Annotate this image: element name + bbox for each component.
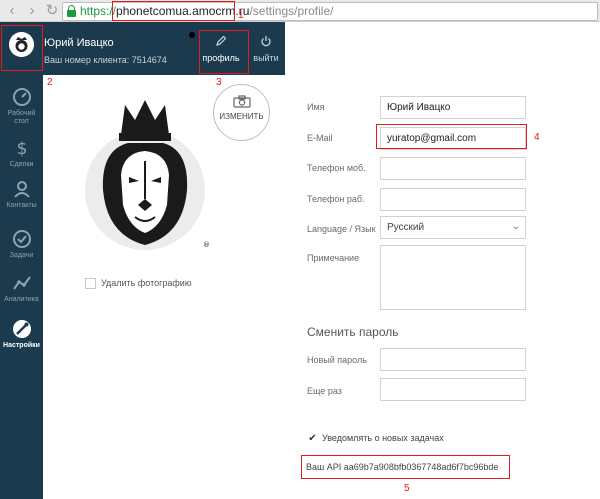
sidebar-item-settings[interactable]: Настройки xyxy=(0,318,43,350)
profile-photo: ® xyxy=(83,95,213,255)
lock-icon xyxy=(67,5,76,17)
lion-photo-icon: ® xyxy=(85,100,210,250)
highlight-box-email xyxy=(376,124,527,149)
tasks-icon xyxy=(12,230,31,248)
delete-photo-checkbox[interactable] xyxy=(85,278,96,290)
highlight-box-url xyxy=(112,1,235,21)
annotation-4: 4 xyxy=(534,132,540,143)
annotation-3: 3 xyxy=(216,77,222,88)
user-name: Юрий Ивацко xyxy=(44,37,114,49)
repeat-password-field[interactable] xyxy=(380,378,526,401)
work-phone-label: Телефон раб. xyxy=(307,194,365,204)
language-select[interactable]: Русский ⌄ xyxy=(380,216,526,239)
note-label: Примечание xyxy=(307,253,360,263)
delete-photo-option[interactable]: Удалить фотографию xyxy=(85,278,192,290)
svg-text:®: ® xyxy=(203,241,210,249)
settings-icon xyxy=(12,320,31,338)
client-number-line: Ваш номер клиента: 7514674 xyxy=(44,55,167,65)
logout-button[interactable]: выйти xyxy=(249,27,283,73)
svg-text:$: $ xyxy=(16,139,27,159)
check-icon[interactable]: ✔ xyxy=(307,433,318,444)
name-label: Имя xyxy=(307,102,325,112)
note-field[interactable] xyxy=(380,245,526,310)
sidebar-item-dashboard[interactable]: Рабочий стол xyxy=(0,86,43,126)
back-arrow-icon[interactable]: ‹ xyxy=(4,3,20,19)
analytics-icon xyxy=(12,276,31,290)
browser-toolbar: ‹ › ↻ https://phonetcomua.amocrm.ru/sett… xyxy=(0,0,600,22)
change-password-title: Сменить пароль xyxy=(307,325,399,339)
annotation-5: 5 xyxy=(404,483,410,494)
sidebar-item-analytics[interactable]: Аналитика xyxy=(0,272,43,304)
work-phone-field[interactable] xyxy=(380,188,526,211)
sidebar-item-contacts[interactable]: Контакты xyxy=(0,178,43,210)
mobile-phone-field[interactable] xyxy=(380,157,526,180)
forward-arrow-icon[interactable]: › xyxy=(24,3,40,19)
power-icon xyxy=(261,36,271,47)
sidebar: Рабочий стол $ Сделки Контакты Задачи Ан… xyxy=(0,22,43,499)
chevron-down-icon: ⌄ xyxy=(511,221,520,232)
reload-icon[interactable]: ↻ xyxy=(44,3,60,19)
highlight-box-profile xyxy=(199,30,249,74)
notify-tasks-option[interactable]: ✔ Уведомлять о новых задачах xyxy=(307,433,443,444)
highlight-box-avatar xyxy=(1,25,43,71)
dashboard-icon xyxy=(12,88,31,106)
highlight-box-api xyxy=(301,455,510,479)
notification-dot xyxy=(189,32,195,38)
name-field[interactable] xyxy=(380,96,526,119)
change-photo-button[interactable]: ИЗМЕНИТЬ xyxy=(213,84,270,141)
new-password-field[interactable] xyxy=(380,348,526,371)
sidebar-item-tasks[interactable]: Задачи xyxy=(0,228,43,260)
annotation-2: 2 xyxy=(47,77,53,88)
camera-icon xyxy=(232,95,251,108)
annotation-1: 1 xyxy=(238,10,244,21)
repeat-password-label: Еще раз xyxy=(307,386,342,396)
language-label: Language / Язык xyxy=(307,224,376,234)
mobile-phone-label: Телефон моб. xyxy=(307,163,366,173)
new-password-label: Новый пароль xyxy=(307,355,367,365)
email-label: E-Mail xyxy=(307,133,333,143)
dollar-icon: $ xyxy=(16,139,27,159)
sidebar-item-deals[interactable]: $ Сделки xyxy=(0,137,43,169)
contacts-icon xyxy=(13,181,30,198)
